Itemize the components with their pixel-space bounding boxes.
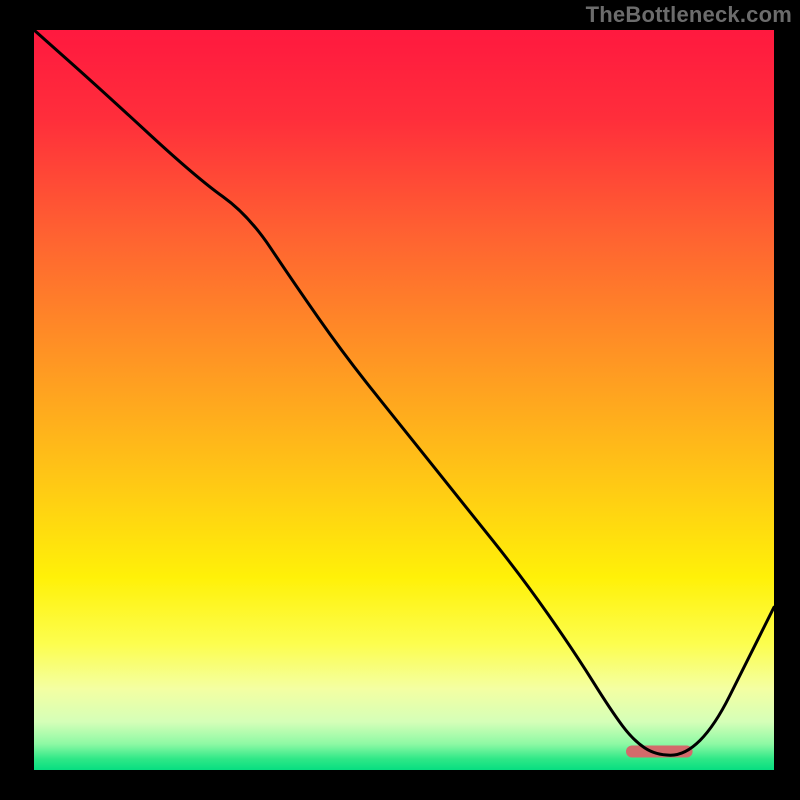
watermark-text: TheBottleneck.com bbox=[586, 2, 792, 28]
chart-container: TheBottleneck.com bbox=[0, 0, 800, 800]
plot-frame bbox=[34, 30, 774, 770]
gradient-background bbox=[34, 30, 774, 770]
plot-svg bbox=[34, 30, 774, 770]
